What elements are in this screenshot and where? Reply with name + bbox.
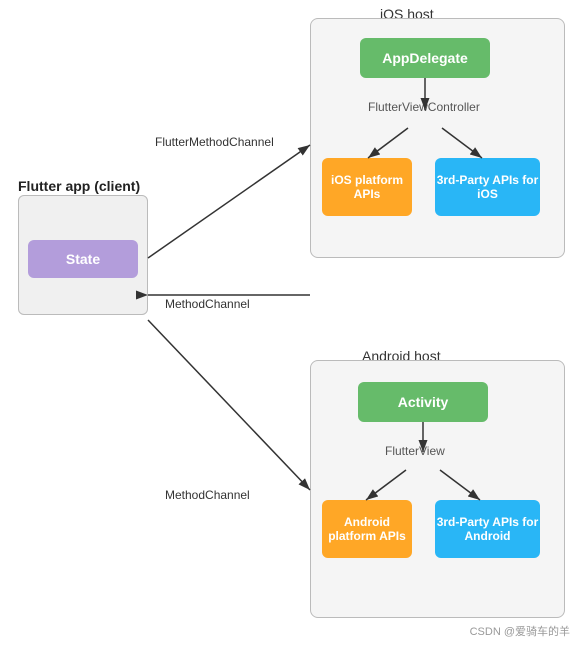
ios-platform-label: iOS platform APIs — [322, 173, 412, 201]
third-party-ios-box: 3rd-Party APIs for iOS — [435, 158, 540, 216]
state-box: State — [28, 240, 138, 278]
third-party-android-box: 3rd-Party APIs for Android — [435, 500, 540, 558]
state-label: State — [66, 251, 100, 267]
app-delegate-box: AppDelegate — [360, 38, 490, 78]
flutter-view-controller-label: FlutterViewController — [368, 100, 480, 114]
app-delegate-label: AppDelegate — [382, 50, 468, 66]
diagram-container: iOS host AppDelegate FlutterViewControll… — [0, 0, 580, 647]
activity-label: Activity — [398, 394, 449, 410]
third-party-android-label: 3rd-Party APIs for Android — [435, 515, 540, 543]
flutter-client-label: Flutter app (client) — [18, 178, 140, 194]
ios-platform-box: iOS platform APIs — [322, 158, 412, 216]
method-channel-label-1: MethodChannel — [165, 297, 250, 311]
flutter-view-label: FlutterView — [385, 444, 445, 458]
activity-box: Activity — [358, 382, 488, 422]
third-party-ios-label: 3rd-Party APIs for iOS — [435, 173, 540, 201]
android-platform-label: Android platform APIs — [322, 515, 412, 543]
watermark: CSDN @爱骑车的羊 — [470, 623, 570, 639]
android-platform-box: Android platform APIs — [322, 500, 412, 558]
method-channel-label-2: MethodChannel — [165, 488, 250, 502]
flutter-method-channel-label: FlutterMethodChannel — [155, 135, 274, 149]
